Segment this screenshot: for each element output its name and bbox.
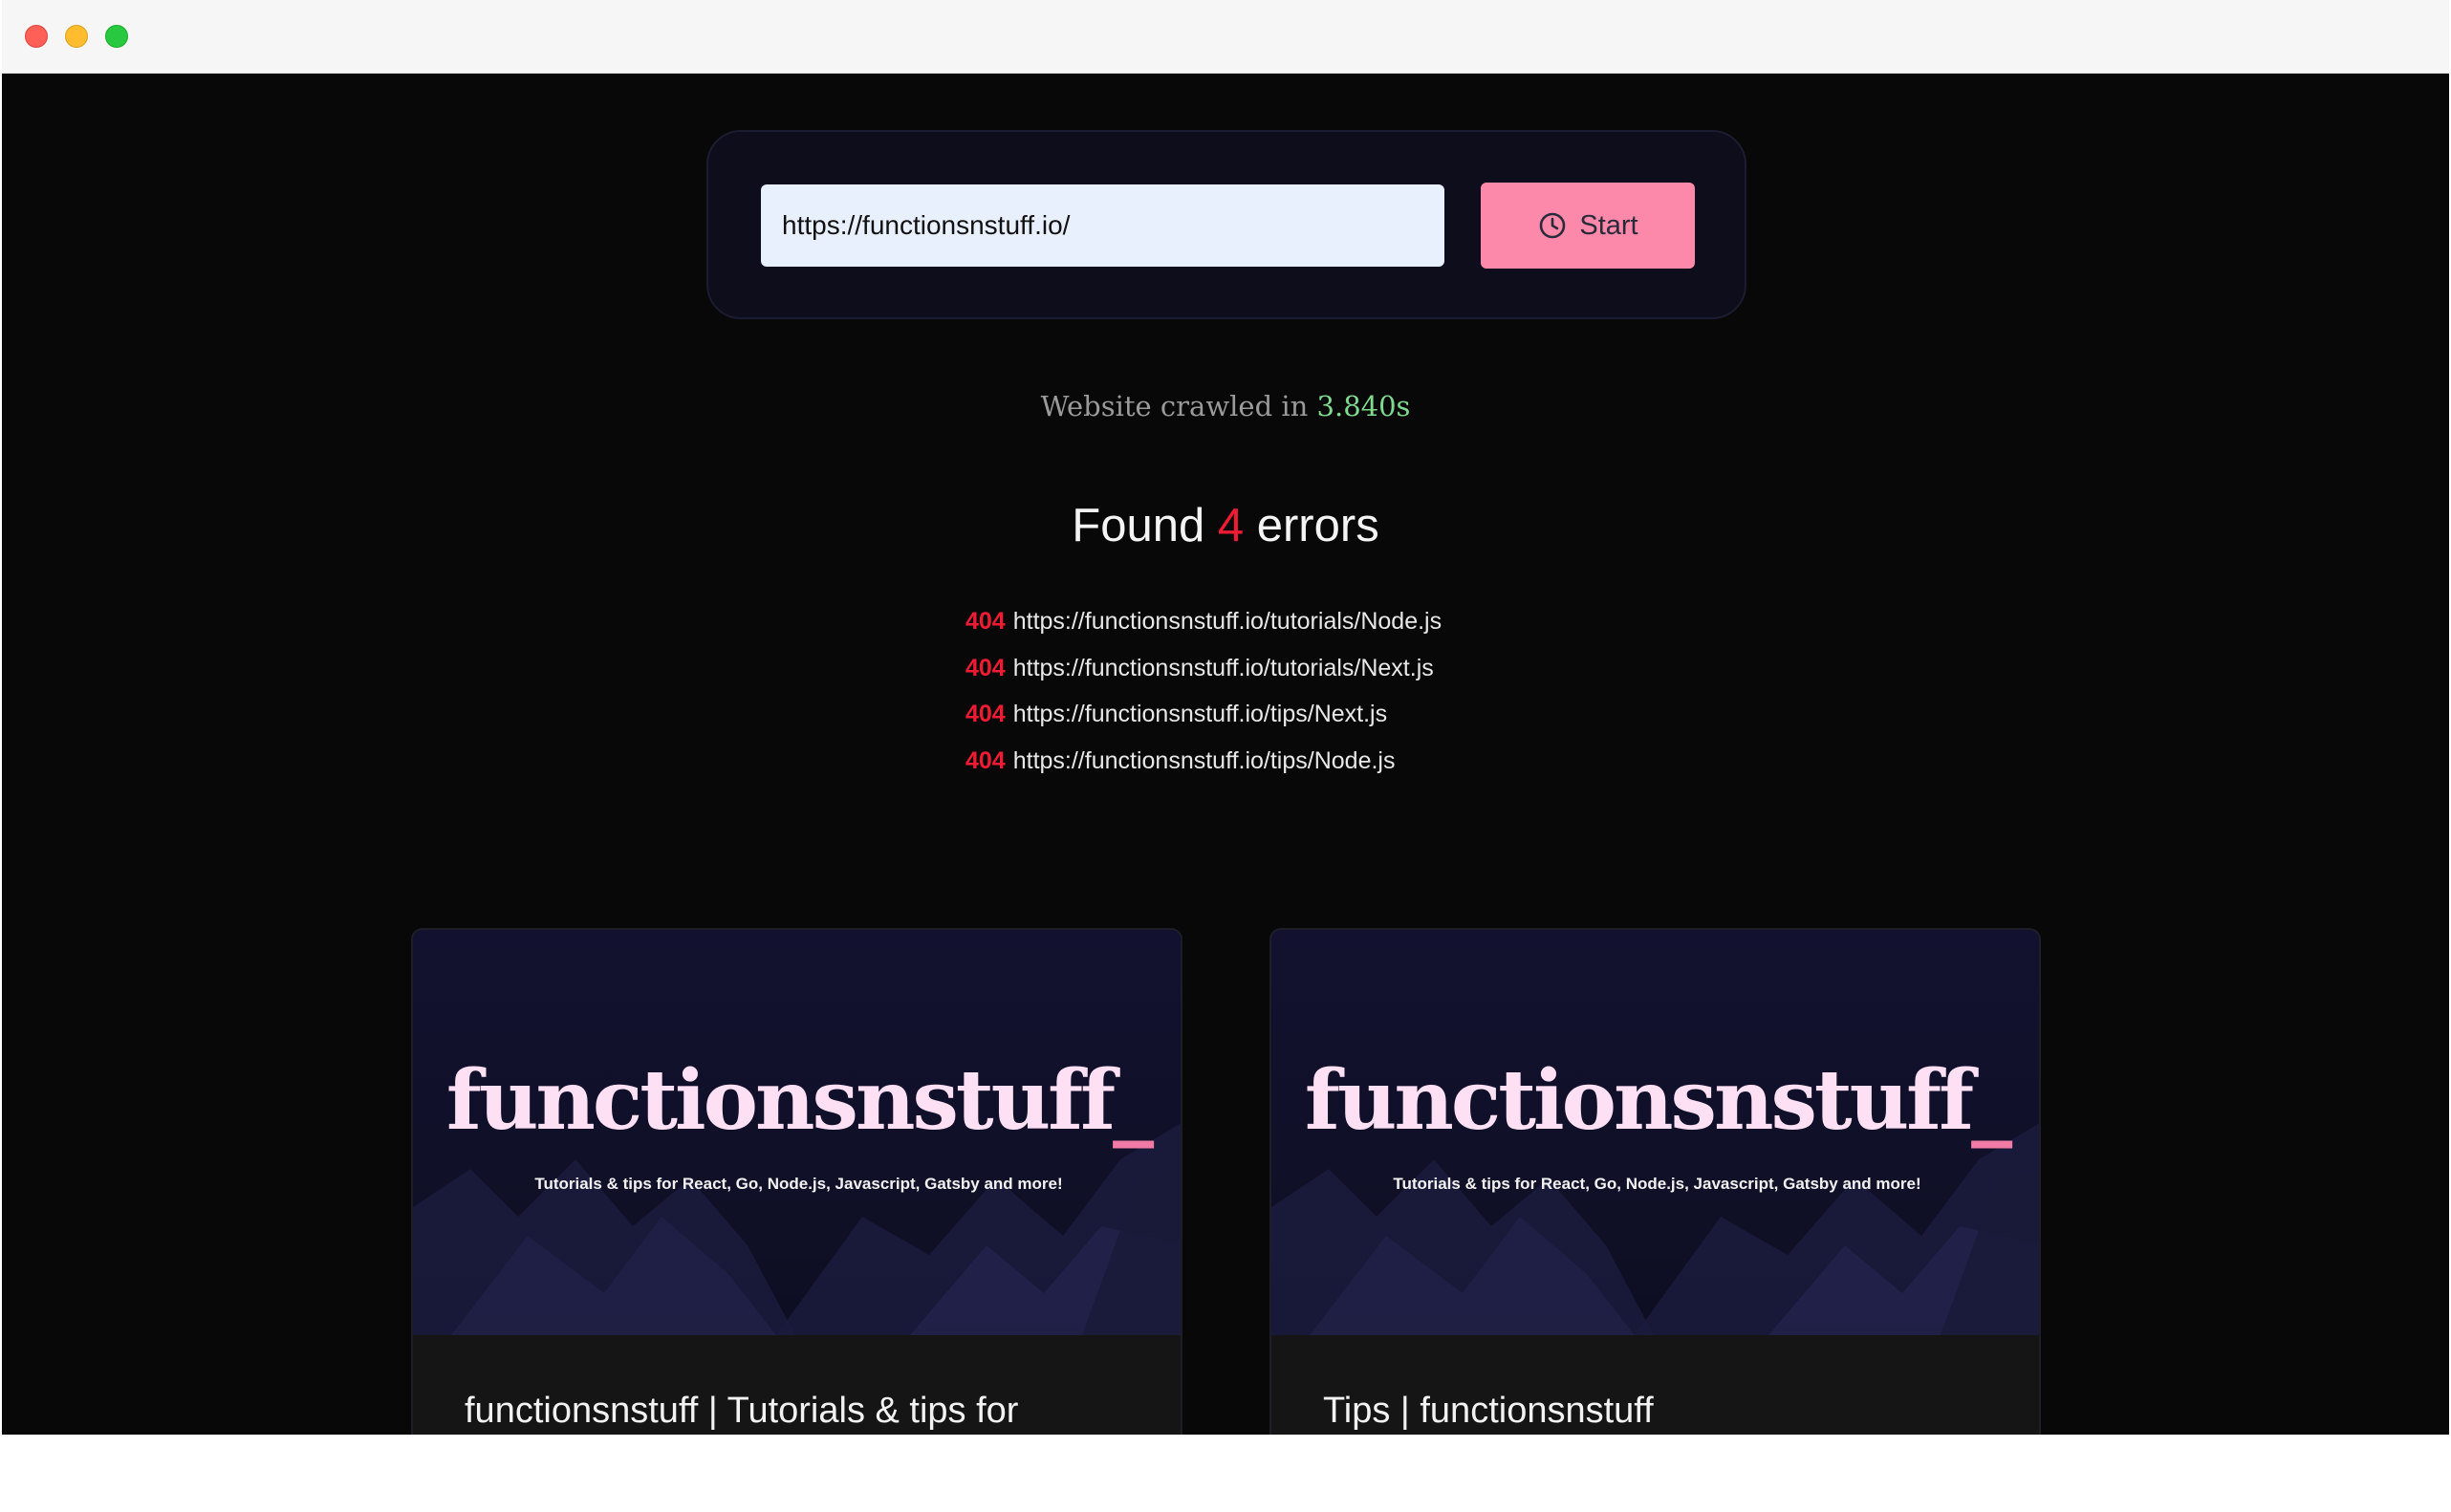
window-titlebar xyxy=(2,0,2449,74)
crawl-status: Website crawled in 3.840s xyxy=(2,390,2449,422)
crawl-status-prefix: Website crawled in xyxy=(1040,390,1317,422)
errors-count: 4 xyxy=(1217,500,1245,551)
errors-heading-suffix: errors xyxy=(1244,500,1379,551)
error-url: https://functionsnstuff.io/tutorials/Nod… xyxy=(1012,608,1442,635)
clock-icon xyxy=(1537,210,1568,241)
page-preview-card[interactable]: functionsnstuff_ Tutorials & tips for Re… xyxy=(1269,928,2041,1435)
url-input[interactable] xyxy=(761,184,1444,267)
error-code: 404 xyxy=(965,654,1006,681)
card-title: Tips | functionsnstuff xyxy=(1323,1391,1654,1431)
card-tagline: Tutorials & tips for React, Go, Node.js,… xyxy=(534,1175,1063,1193)
card-preview-image: functionsnstuff_ Tutorials & tips for Re… xyxy=(413,930,1181,1335)
start-button-label: Start xyxy=(1579,209,1638,241)
error-url: https://functionsnstuff.io/tutorials/Nex… xyxy=(1012,654,1434,681)
page-preview-card[interactable]: functionsnstuff_ Tutorials & tips for Re… xyxy=(411,928,1182,1435)
crawl-form-panel: Start xyxy=(706,130,1746,319)
card-logo-underscore: _ xyxy=(1113,1052,1154,1149)
card-logo-text: functionsnstuff xyxy=(1304,1052,1974,1149)
close-window-button[interactable] xyxy=(25,25,48,48)
card-tagline: Tutorials & tips for React, Go, Node.js,… xyxy=(1393,1175,1921,1193)
errors-heading-prefix: Found xyxy=(1072,500,1218,551)
error-list: 404 https://functionsnstuff.io/tutorials/… xyxy=(965,602,1442,788)
zoom-window-button[interactable] xyxy=(105,25,128,48)
browser-window: Start Website crawled in 3.840s Found 4 … xyxy=(2,0,2449,1435)
card-logo: functionsnstuff_ xyxy=(413,1052,1181,1149)
minimize-window-button[interactable] xyxy=(65,25,88,48)
error-item: 404 https://functionsnstuff.io/tips/Next.… xyxy=(965,695,1442,742)
errors-heading: Found 4 errors xyxy=(2,499,2449,552)
error-item: 404 https://functionsnstuff.io/tutorials/… xyxy=(965,602,1442,649)
error-item: 404 https://functionsnstuff.io/tutorials/… xyxy=(965,649,1442,696)
start-button[interactable]: Start xyxy=(1481,183,1695,269)
error-code: 404 xyxy=(965,701,1006,727)
error-code: 404 xyxy=(965,746,1006,774)
card-logo-text: functionsnstuff xyxy=(445,1052,1116,1149)
card-title: functionsnstuff | Tutorials & tips for xyxy=(465,1391,1019,1431)
error-url: https://functionsnstuff.io/tips/Next.js xyxy=(1012,701,1388,727)
crawl-time: 3.840s xyxy=(1316,390,1411,422)
card-logo-underscore: _ xyxy=(1971,1052,2012,1149)
error-url: https://functionsnstuff.io/tips/Node.js xyxy=(1012,746,1396,774)
error-code: 404 xyxy=(965,608,1006,635)
card-preview-image: functionsnstuff_ Tutorials & tips for Re… xyxy=(1271,930,2039,1335)
error-item: 404 https://functionsnstuff.io/tips/Node.… xyxy=(965,742,1442,788)
card-logo: functionsnstuff_ xyxy=(1271,1052,2039,1149)
